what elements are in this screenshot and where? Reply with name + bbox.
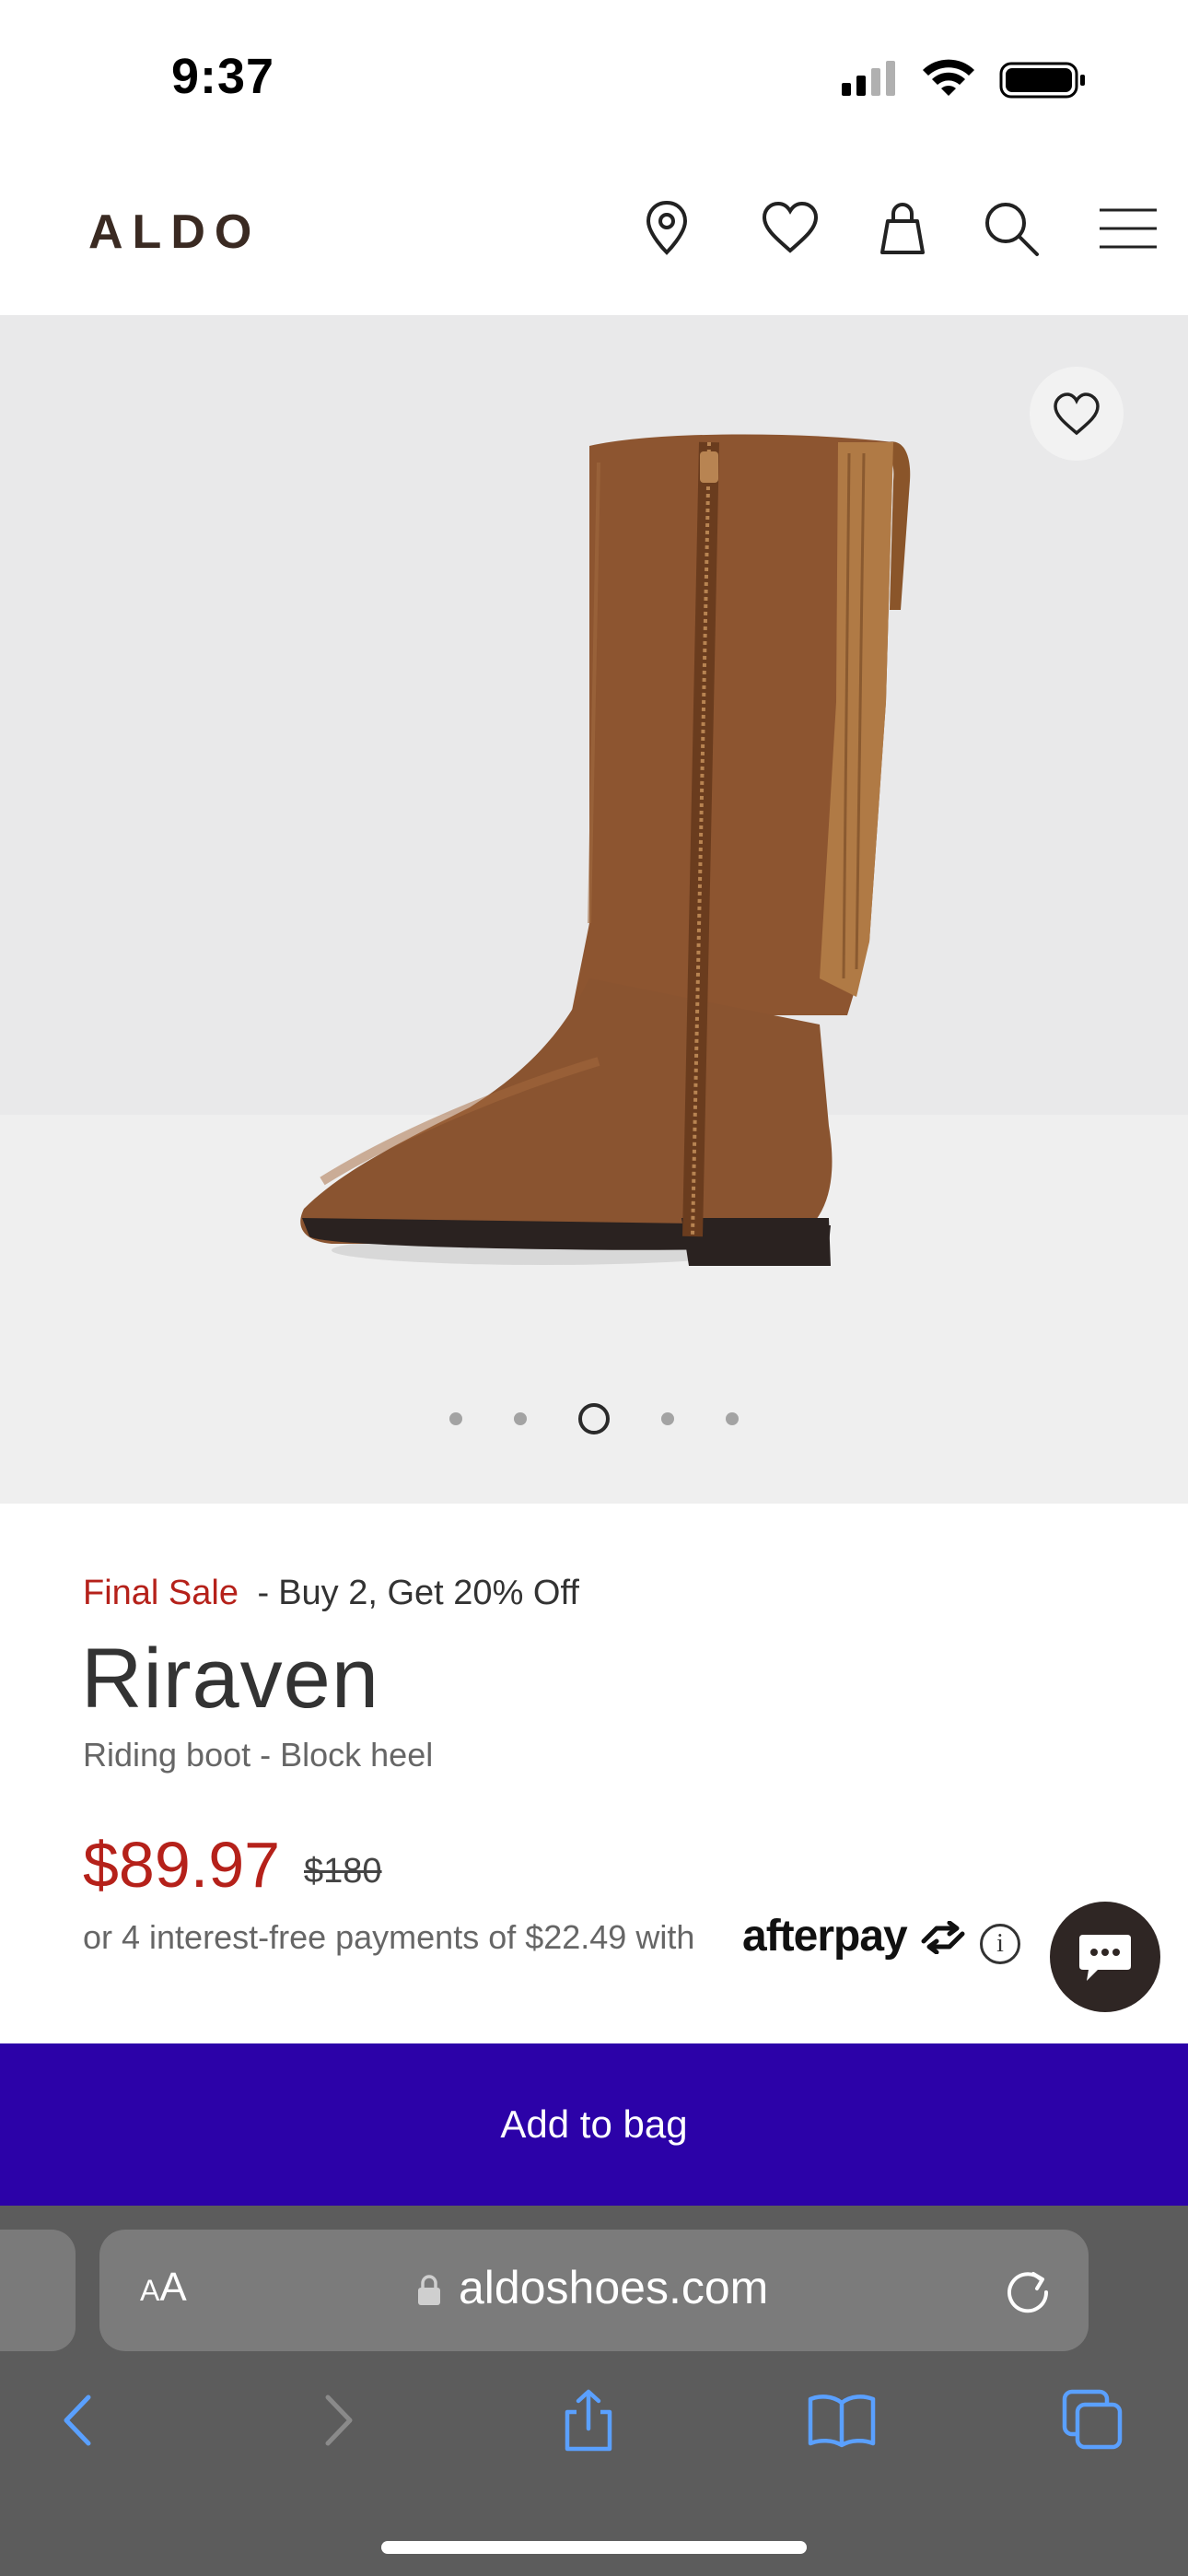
home-indicator <box>381 2541 807 2554</box>
carousel-dot[interactable] <box>449 1412 462 1425</box>
chat-button[interactable] <box>1050 1902 1160 2012</box>
reader-settings-button[interactable]: AA <box>140 2265 187 2311</box>
afterpay-info-icon[interactable]: i <box>980 1924 1020 1964</box>
carousel-dot[interactable] <box>514 1412 527 1425</box>
afterpay-arrows-icon <box>921 1920 965 1955</box>
aldo-logo[interactable]: ALDO <box>88 205 261 260</box>
bag-icon[interactable] <box>869 195 936 262</box>
status-time: 9:37 <box>171 49 275 104</box>
carousel-dot[interactable] <box>661 1412 674 1425</box>
heart-icon <box>1054 392 1100 436</box>
previous-tab-preview[interactable] <box>0 2230 76 2351</box>
chat-bubble-icon <box>1079 1935 1131 1981</box>
carousel-dot-active[interactable] <box>578 1403 610 1434</box>
share-icon[interactable] <box>556 2388 621 2453</box>
installments-text: or 4 interest-free payments of $22.49 wi… <box>83 1918 695 1956</box>
promo-separator: - <box>257 1574 270 1612</box>
location-pin-icon[interactable] <box>634 195 700 262</box>
lock-icon <box>418 2275 440 2305</box>
sale-price: $89.97 <box>83 1829 281 1901</box>
menu-icon[interactable] <box>1096 195 1160 262</box>
reload-icon[interactable] <box>1000 2263 1055 2318</box>
aa-small: A <box>140 2274 160 2307</box>
carousel-dot[interactable] <box>726 1412 739 1425</box>
wifi-icon <box>923 59 974 96</box>
add-to-bag-button[interactable]: Add to bag <box>0 2043 1188 2206</box>
aa-large: A <box>159 2265 187 2310</box>
image-carousel-dots <box>0 1400 1188 1437</box>
product-subtitle: Riding boot - Block heel <box>83 1736 434 1774</box>
promo-text: Buy 2, Get 20% Off <box>278 1574 579 1612</box>
afterpay-label: afterpay <box>742 1912 908 1961</box>
search-icon[interactable] <box>978 195 1044 262</box>
afterpay-logo[interactable]: afterpay <box>742 1911 966 1961</box>
forward-icon[interactable] <box>304 2388 368 2453</box>
boot-illustration <box>300 434 911 1266</box>
original-price: $180 <box>304 1852 382 1891</box>
wishlist-heart-icon[interactable] <box>757 195 823 262</box>
final-sale-label: Final Sale <box>83 1574 239 1612</box>
promo-line: Final Sale - Buy 2, Get 20% Off <box>83 1574 579 1613</box>
signal-icon <box>842 61 895 96</box>
battery-icon <box>999 62 1085 99</box>
favorite-button[interactable] <box>1030 367 1124 461</box>
status-icons <box>842 59 1085 99</box>
bookmarks-icon[interactable] <box>807 2388 877 2453</box>
url-text: aldoshoes.com <box>459 2262 769 2313</box>
product-name: Riraven <box>81 1632 380 1726</box>
back-icon[interactable] <box>48 2388 112 2453</box>
tabs-icon[interactable] <box>1061 2388 1125 2453</box>
